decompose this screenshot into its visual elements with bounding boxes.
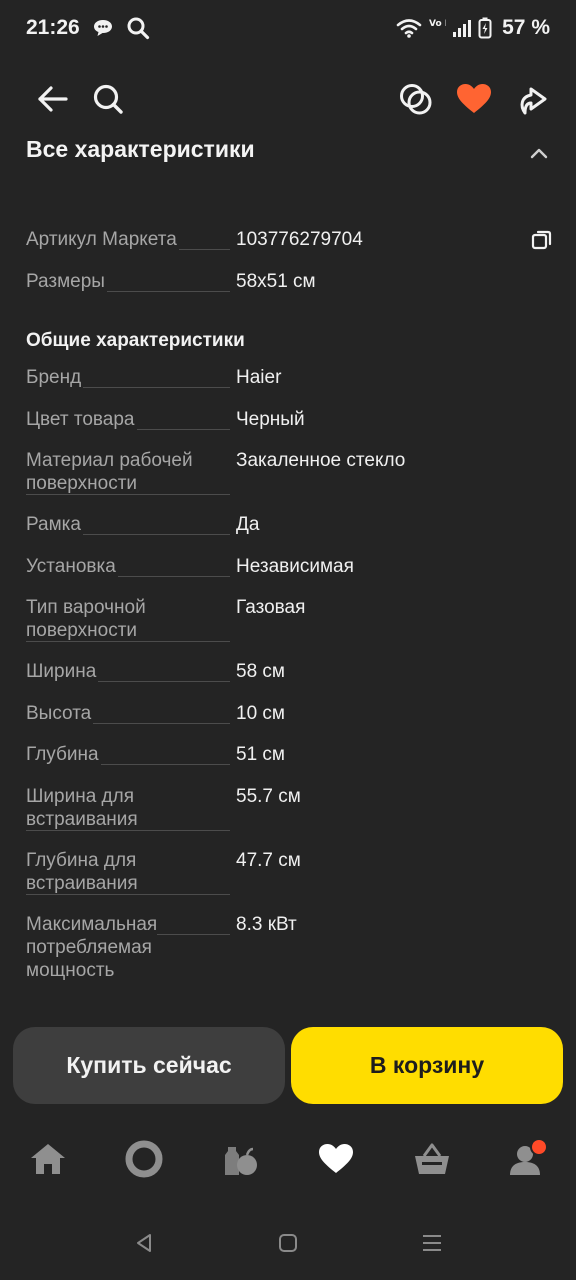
bottom-nav [0, 1120, 576, 1200]
system-back-button[interactable] [124, 1228, 164, 1258]
chat-bubble-icon [93, 20, 112, 36]
arrow-left-icon [38, 86, 68, 112]
spec-label: Размеры [26, 270, 232, 293]
spec-label: Бренд [26, 366, 232, 389]
spec-value: 8.3 кВт [236, 914, 297, 935]
spec-row: Материал рабочей поверхности Закаленное … [26, 449, 556, 495]
basket-icon [415, 1143, 449, 1174]
volte-icon: Vo LTE [429, 19, 446, 29]
chevron-up-icon [530, 148, 548, 159]
spec-label: Цвет товара [26, 408, 232, 431]
spec-label: Артикул Маркета [26, 228, 232, 251]
spec-label: Рамка [26, 513, 232, 536]
search-icon [93, 84, 123, 114]
search-icon [127, 17, 149, 40]
heart-icon [457, 84, 491, 113]
spec-row: Ширина для встраивания 55.7 см [26, 785, 556, 831]
back-triangle-icon [137, 1234, 151, 1252]
compare-circles-icon [400, 84, 432, 115]
wifi-icon [396, 19, 422, 38]
section-title: Все характеристики [26, 136, 255, 162]
buy-now-button[interactable]: Купить сейчас [13, 1027, 285, 1104]
profile-icon [510, 1139, 548, 1175]
nav-home[interactable] [20, 1134, 76, 1184]
nav-profile[interactable] [500, 1134, 556, 1184]
spec-value: Черный [236, 409, 305, 430]
heart-icon [319, 1144, 353, 1173]
nav-cart[interactable] [404, 1134, 460, 1184]
system-nav [0, 1210, 576, 1280]
spec-value: 58x51 см [236, 271, 316, 292]
spec-label: Глубина [26, 743, 232, 766]
status-time: 21:26 [26, 16, 80, 39]
spec-row: Установка Независимая [26, 555, 556, 578]
spec-label: Ширина [26, 660, 232, 683]
spec-label: Максимальная потребляемая мощность [26, 913, 232, 982]
compare-button[interactable] [390, 70, 442, 128]
spec-row: Ширина 58 см [26, 660, 556, 683]
spec-value: 10 см [236, 703, 285, 724]
spec-row: Глубина для встраивания 47.7 см [26, 849, 556, 895]
collapse-button[interactable] [524, 138, 554, 168]
system-home-button[interactable] [268, 1228, 308, 1258]
battery-percent: 57 % [502, 16, 550, 39]
spec-label: Высота [26, 702, 232, 725]
signal-icon [453, 20, 472, 37]
spec-label: Тип варочной поверхности [26, 596, 232, 642]
grocery-icon [225, 1147, 257, 1175]
search-button[interactable] [82, 70, 134, 128]
system-menu-button[interactable] [412, 1228, 452, 1258]
spec-row: Рамка Да [26, 513, 556, 536]
spec-row: Размеры 58x51 см [26, 270, 556, 293]
share-icon [520, 87, 547, 115]
spec-label: Ширина для встраивания [26, 785, 232, 831]
spec-row: Артикул Маркета 103776279704 [26, 228, 556, 251]
back-button[interactable] [26, 70, 78, 128]
spec-label: Глубина для встраивания [26, 849, 232, 895]
spec-label: Материал рабочей поверхности [26, 449, 232, 495]
copy-icon [531, 230, 552, 250]
battery-icon [478, 17, 492, 39]
spec-value: Независимая [236, 556, 354, 577]
spec-value: 58 см [236, 661, 285, 682]
alice-icon [125, 1140, 163, 1178]
spec-value: Закаленное стекло [236, 450, 406, 471]
spec-row: Максимальная потребляемая мощность 8.3 к… [26, 913, 556, 982]
spec-value: Haier [236, 367, 282, 388]
nav-grocery[interactable] [212, 1134, 268, 1184]
spec-row: Тип варочной поверхности Газовая [26, 596, 556, 642]
home-icon [31, 1144, 65, 1174]
svg-text:Vo LTE: Vo LTE [429, 19, 446, 29]
spec-value: 47.7 см [236, 850, 301, 871]
menu-lines-icon [423, 1235, 441, 1251]
home-square-icon [279, 1234, 297, 1252]
spec-row: Глубина 51 см [26, 743, 556, 766]
favorite-button[interactable] [448, 70, 500, 128]
group-title: Общие характеристики [26, 330, 245, 351]
spec-row: Цвет товара Черный [26, 408, 556, 431]
spec-row: Бренд Haier [26, 366, 556, 389]
spec-row: Высота 10 см [26, 702, 556, 725]
status-bar: 21:26 Vo LTE 57 % [0, 0, 576, 56]
app-bar [0, 70, 576, 128]
spec-value: 103776279704 [236, 229, 363, 250]
spec-value: Да [236, 514, 260, 535]
spec-value: 55.7 см [236, 786, 301, 807]
spec-value: Газовая [236, 597, 306, 618]
nav-alice[interactable] [116, 1134, 172, 1184]
add-to-cart-button[interactable]: В корзину [291, 1027, 563, 1104]
spec-label: Установка [26, 555, 232, 578]
share-button[interactable] [506, 70, 558, 128]
nav-favorites[interactable] [308, 1134, 364, 1184]
copy-button[interactable] [530, 228, 554, 252]
spec-value: 51 см [236, 744, 285, 765]
